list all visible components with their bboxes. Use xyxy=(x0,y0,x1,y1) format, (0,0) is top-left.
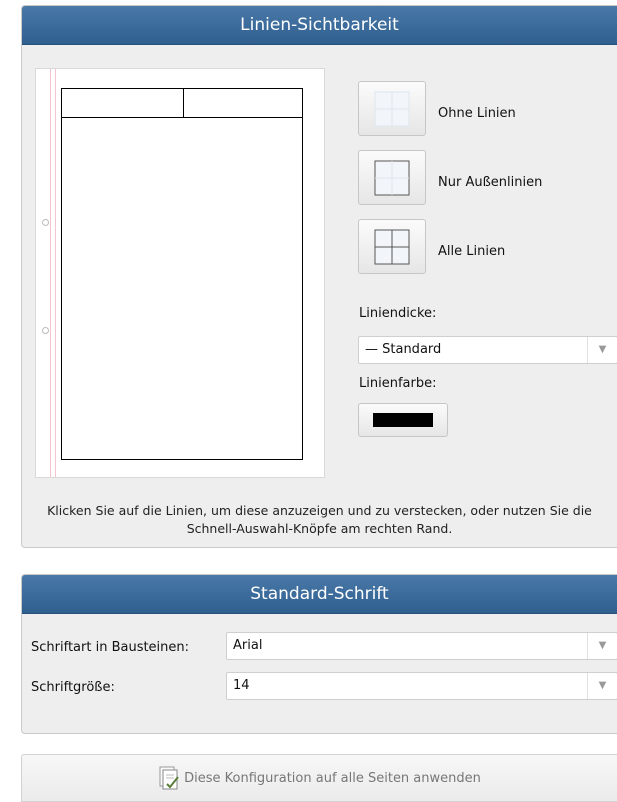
no-lines-button[interactable] xyxy=(358,81,426,136)
margin-line xyxy=(50,69,51,477)
font-size-label: Schriftgröße: xyxy=(31,680,115,695)
hint-text: Klicken Sie auf die Linien, um diese anz… xyxy=(47,503,592,536)
all-lines-button[interactable] xyxy=(358,219,426,274)
apply-pages-icon xyxy=(159,766,179,790)
outer-lines-label: Nur Außenlinien xyxy=(438,175,543,190)
chevron-down-icon[interactable]: ▼ xyxy=(587,337,617,363)
apply-all-pages-button[interactable]: Diese Konfiguration auf alle Seiten anwe… xyxy=(21,754,617,802)
line-visibility-panel: Linien-Sichtbarkeit Ohne Linien Nur Auße… xyxy=(21,5,617,548)
preview-table-column-divider[interactable] xyxy=(183,89,184,117)
no-lines-label: Ohne Linien xyxy=(438,106,516,121)
all-lines-icon xyxy=(374,229,410,264)
margin-line xyxy=(55,69,56,477)
line-visibility-hint: Klicken Sie auf die Linien, um diese anz… xyxy=(22,502,617,538)
line-thickness-value: — Standard xyxy=(365,342,442,357)
preview-table-header-row[interactable] xyxy=(62,89,302,118)
font-family-value: Arial xyxy=(233,638,263,653)
font-size-value: 14 xyxy=(233,678,250,693)
line-thickness-select[interactable]: — Standard ▼ xyxy=(358,336,617,364)
line-color-swatch xyxy=(373,413,433,427)
outer-lines-icon xyxy=(374,160,410,195)
apply-all-pages-label: Diese Konfiguration auf alle Seiten anwe… xyxy=(184,770,481,786)
standard-font-panel: Standard-Schrift Schriftart in Bausteine… xyxy=(21,574,617,734)
no-lines-icon xyxy=(374,91,410,126)
punch-hole xyxy=(42,219,49,226)
standard-font-header: Standard-Schrift xyxy=(22,575,617,614)
chevron-down-icon[interactable]: ▼ xyxy=(587,633,617,659)
line-visibility-header: Linien-Sichtbarkeit xyxy=(22,6,617,45)
punch-hole xyxy=(42,327,49,334)
line-thickness-label: Liniendicke: xyxy=(359,306,437,321)
all-lines-label: Alle Linien xyxy=(438,244,506,259)
font-family-label: Schriftart in Bausteinen: xyxy=(31,640,190,655)
outer-lines-button[interactable] xyxy=(358,150,426,205)
line-color-button[interactable] xyxy=(358,403,448,437)
font-size-select[interactable]: 14 ▼ xyxy=(226,672,617,700)
page-preview xyxy=(35,68,325,478)
line-color-label: Linienfarbe: xyxy=(359,376,437,391)
font-family-select[interactable]: Arial ▼ xyxy=(226,632,617,660)
chevron-down-icon[interactable]: ▼ xyxy=(587,673,617,699)
preview-table[interactable] xyxy=(61,88,303,460)
